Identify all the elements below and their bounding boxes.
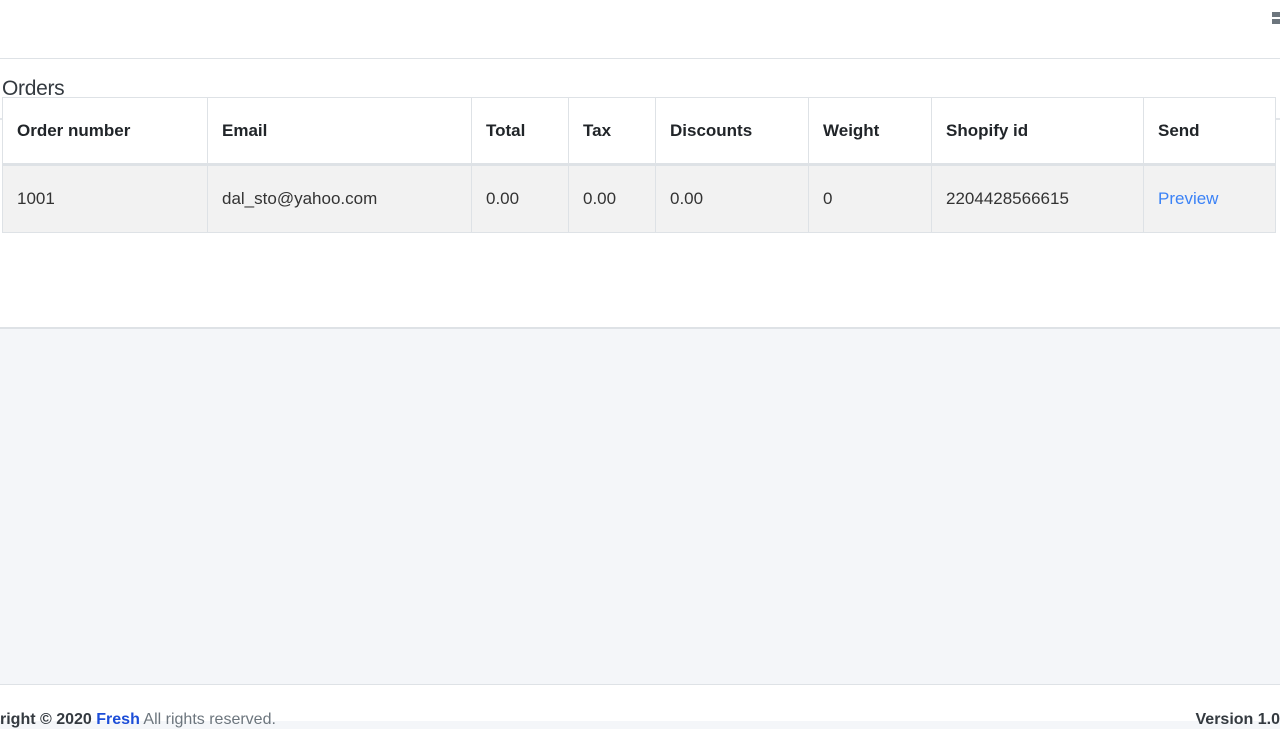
email-cell: dal_sto@yahoo.com bbox=[208, 165, 472, 233]
order-number-cell: 1001 bbox=[3, 165, 208, 233]
version-label: Version 1.0 bbox=[1196, 711, 1280, 729]
orders-table: Order number Email Total Tax Discounts W… bbox=[2, 97, 1276, 233]
column-header-discounts[interactable]: Discounts bbox=[656, 98, 809, 165]
top-navbar bbox=[0, 0, 1280, 59]
discounts-cell: 0.00 bbox=[656, 165, 809, 233]
preview-link[interactable]: Preview bbox=[1158, 189, 1218, 208]
column-header-total[interactable]: Total bbox=[472, 98, 569, 165]
orders-table-wrapper: Order number Email Total Tax Discounts W… bbox=[2, 97, 1275, 233]
total-cell: 0.00 bbox=[472, 165, 569, 233]
send-cell: Preview bbox=[1144, 165, 1276, 233]
grid-menu-icon[interactable] bbox=[1272, 12, 1280, 30]
table-header-row: Order number Email Total Tax Discounts W… bbox=[3, 98, 1276, 165]
footer: right © 2020 Fresh All rights reserved. … bbox=[0, 684, 1280, 721]
column-header-send[interactable]: Send bbox=[1144, 98, 1276, 165]
column-header-tax[interactable]: Tax bbox=[569, 98, 656, 165]
column-header-email[interactable]: Email bbox=[208, 98, 472, 165]
footer-copyright: right © 2020 Fresh All rights reserved. bbox=[0, 711, 276, 729]
shopify-id-cell: 2204428566615 bbox=[932, 165, 1144, 233]
column-header-shopify-id[interactable]: Shopify id bbox=[932, 98, 1144, 165]
column-header-weight[interactable]: Weight bbox=[809, 98, 932, 165]
column-header-order-number[interactable]: Order number bbox=[3, 98, 208, 165]
tax-cell: 0.00 bbox=[569, 165, 656, 233]
weight-cell: 0 bbox=[809, 165, 932, 233]
table-row: 1001 dal_sto@yahoo.com 0.00 0.00 0.00 0 … bbox=[3, 165, 1276, 233]
